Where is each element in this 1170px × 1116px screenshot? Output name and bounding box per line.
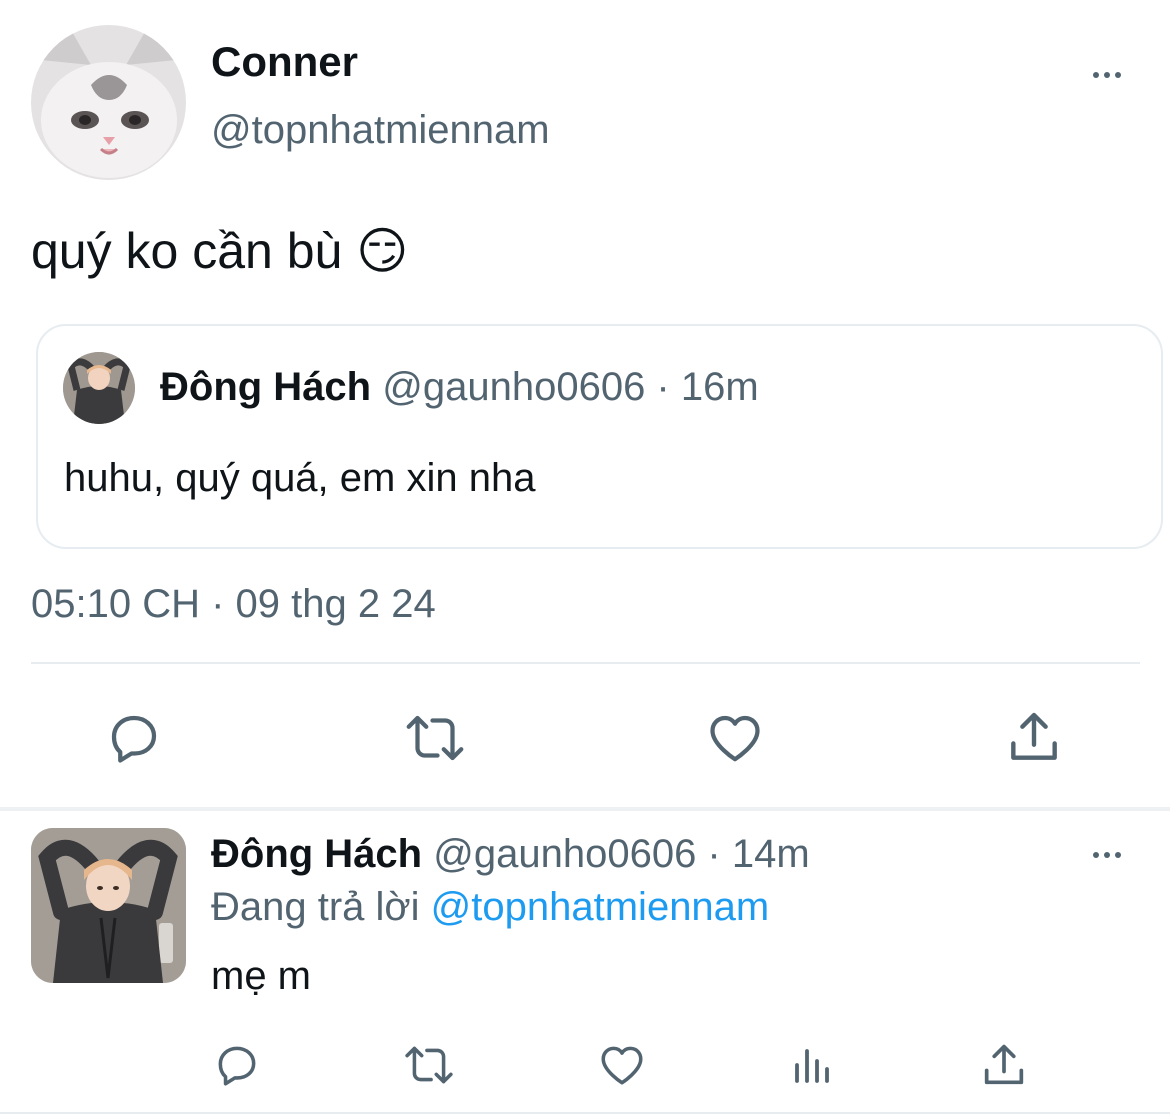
share-icon[interactable] bbox=[1003, 706, 1065, 768]
reply-more-options-icon[interactable] bbox=[1087, 845, 1127, 865]
reply-like-icon[interactable] bbox=[596, 1040, 648, 1090]
reply-author-meta: @gaunho0606 · 14m bbox=[433, 832, 810, 876]
reply-icon[interactable] bbox=[104, 708, 164, 768]
replying-to-line: Đang trả lời @topnhatmiennam bbox=[211, 884, 769, 930]
reply-reply-icon[interactable] bbox=[212, 1040, 262, 1090]
reply-author-line: Đông Hách @gaunho0606 · 14m bbox=[211, 831, 810, 877]
tweet-timestamp[interactable]: 05:10 CH · 09 thg 2 24 bbox=[31, 581, 436, 627]
replying-to-handle-link[interactable]: @topnhatmiennam bbox=[431, 885, 770, 929]
quoted-author-name[interactable]: Đông Hách bbox=[160, 365, 371, 409]
author-handle[interactable]: @topnhatmiennam bbox=[211, 106, 550, 154]
like-icon[interactable] bbox=[704, 708, 766, 768]
quoted-author-meta: @gaunho0606 · 16m bbox=[382, 365, 759, 409]
reply-tweet-text: mẹ m bbox=[211, 954, 311, 998]
quoted-tweet-text: huhu, quý quá, em xin nha bbox=[64, 456, 536, 500]
smirk-emoji-icon: 😏 bbox=[356, 222, 409, 280]
cat-avatar-image bbox=[31, 25, 186, 180]
quoted-author-avatar[interactable] bbox=[63, 352, 135, 424]
reply-retweet-icon[interactable] bbox=[401, 1040, 457, 1090]
retweet-icon[interactable] bbox=[402, 708, 468, 768]
reply-share-icon[interactable] bbox=[978, 1039, 1030, 1091]
analytics-icon[interactable] bbox=[789, 1040, 837, 1090]
quoted-tweet-card[interactable] bbox=[36, 324, 1163, 549]
author-name[interactable]: Conner bbox=[211, 38, 358, 86]
person-heart-pose-avatar-image bbox=[31, 828, 186, 983]
replying-to-label: Đang trả lời bbox=[211, 885, 420, 929]
conner-avatar[interactable] bbox=[31, 25, 186, 180]
reply-author-name[interactable]: Đông Hách bbox=[211, 832, 422, 876]
quoted-author-line: Đông Hách @gaunho0606 · 16m bbox=[160, 364, 759, 410]
person-heart-pose-avatar-image bbox=[63, 352, 135, 424]
section-divider bbox=[0, 807, 1170, 811]
tweet-text: quý ko cần bù 😏 bbox=[31, 222, 408, 280]
more-options-icon[interactable] bbox=[1087, 65, 1127, 85]
reply-author-avatar[interactable] bbox=[31, 828, 186, 983]
tweet-text-body: quý ko cần bù bbox=[31, 223, 343, 279]
bottom-divider bbox=[0, 1112, 1170, 1114]
divider bbox=[31, 662, 1140, 664]
